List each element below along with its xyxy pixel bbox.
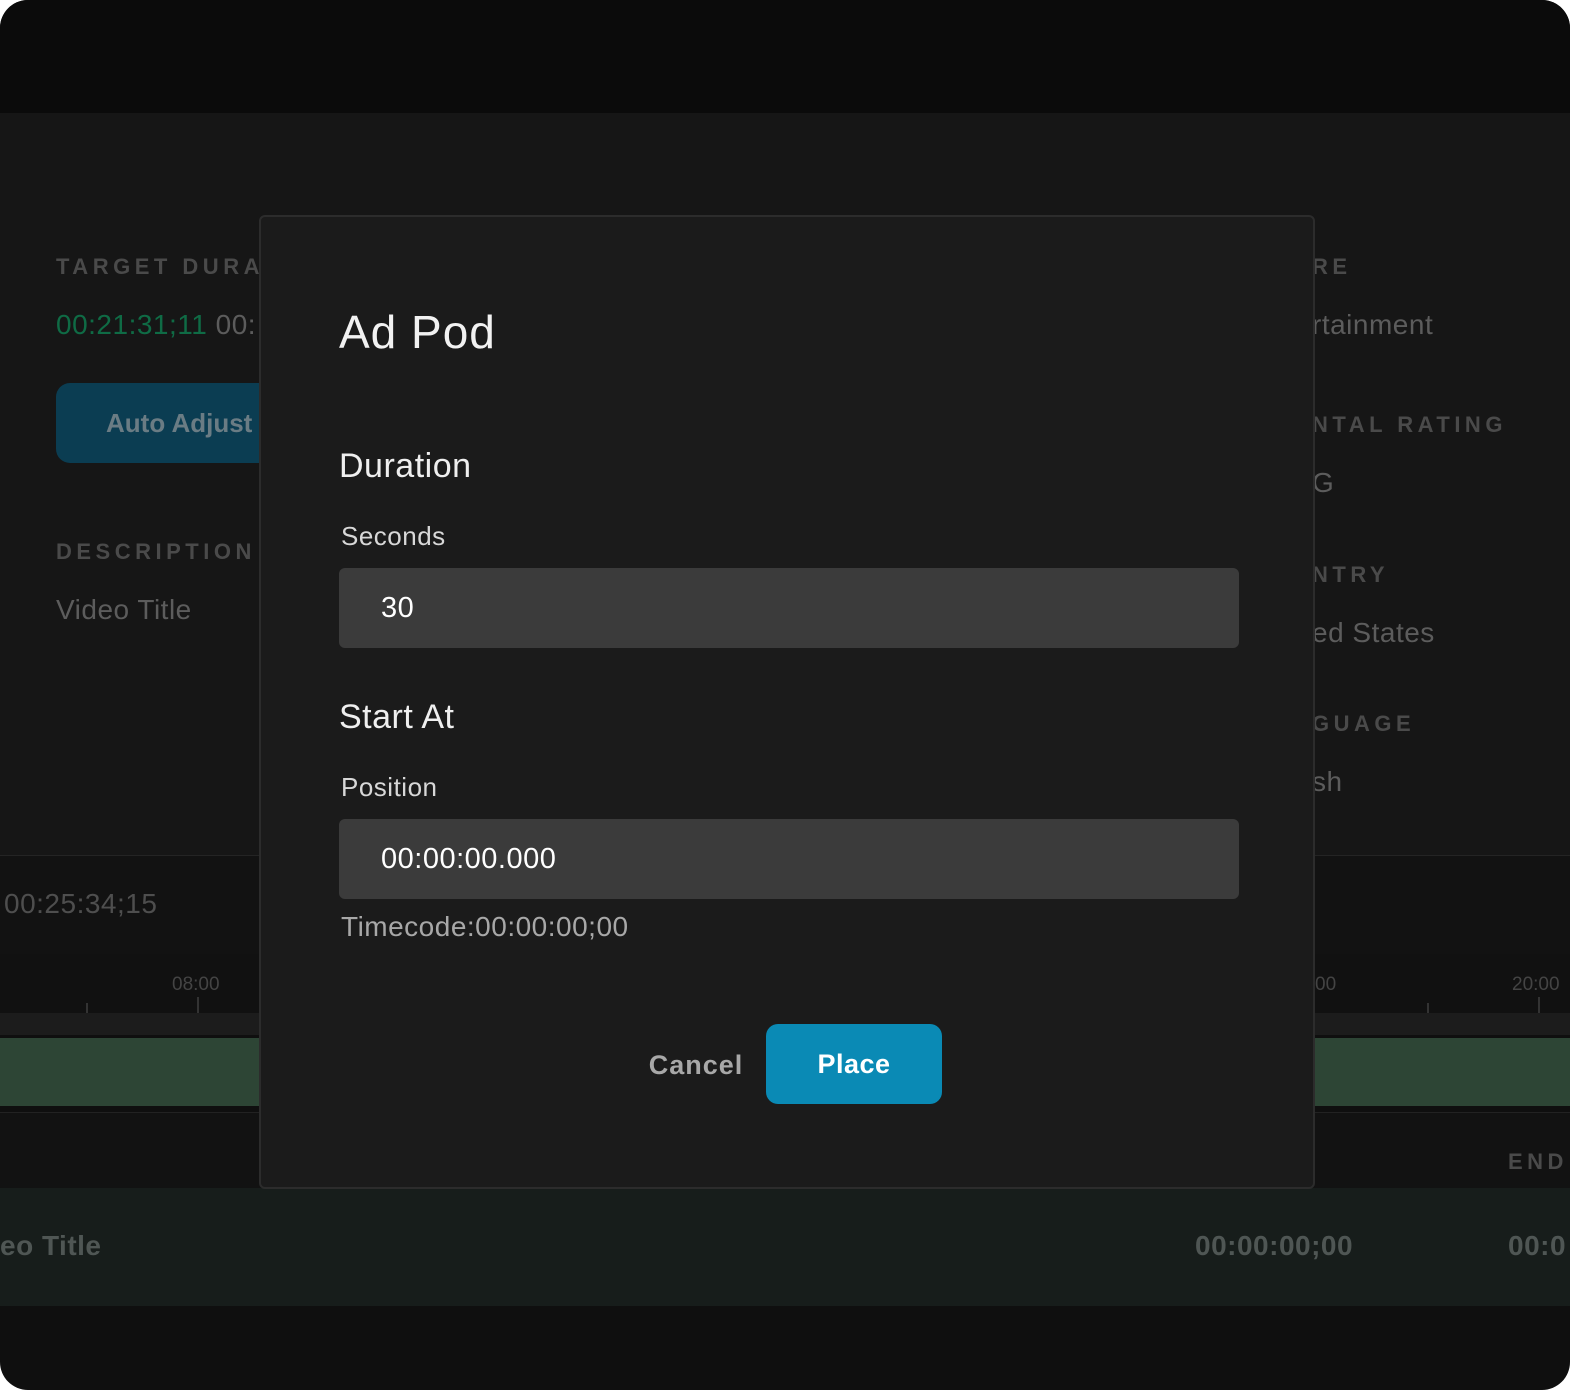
dialog-title: Ad Pod	[339, 306, 496, 358]
ad-pod-dialog: Ad Pod Duration Seconds Start At Positio…	[259, 215, 1315, 1189]
ruler-tick	[86, 1003, 88, 1013]
target-duration-label: TARGET DURA	[56, 254, 264, 279]
ruler-label: 00	[1315, 974, 1337, 995]
language-value: sh	[1312, 766, 1343, 797]
ruler-tick	[197, 997, 199, 1013]
position-label: Position	[341, 772, 438, 802]
seconds-label: Seconds	[341, 521, 446, 551]
country-value: ed States	[1312, 617, 1435, 648]
row-end-timecode: 00:0	[1508, 1230, 1567, 1261]
genre-label: RE	[1312, 254, 1352, 279]
ruler-tick	[1538, 997, 1540, 1013]
total-timecode: 00:25:34;15	[4, 888, 158, 919]
genre-value: rtainment	[1312, 309, 1434, 340]
description-value: Video Title	[56, 594, 192, 625]
ruler-tick	[1427, 1003, 1429, 1013]
row-title: eo Title	[0, 1230, 102, 1261]
timecode-hint: Timecode:00:00:00;00	[341, 911, 629, 942]
target-duration-green: 00:21:31;11	[56, 309, 208, 340]
start-at-heading: Start At	[339, 698, 455, 736]
country-label: NTRY	[1312, 562, 1390, 587]
row-start-timecode: 00:00:00;00	[1195, 1230, 1354, 1261]
position-input[interactable]	[339, 819, 1239, 899]
target-duration-current: 00:	[215, 309, 257, 340]
target-duration-value: 00:21:31;11 00:	[56, 309, 256, 341]
seconds-input[interactable]	[339, 568, 1239, 648]
rating-label: NTAL RATING	[1312, 412, 1507, 437]
app-frame: TARGET DURA 00:21:31;11 00: Auto Adjust …	[0, 0, 1570, 1390]
description-label: DESCRIPTION	[56, 539, 256, 564]
duration-heading: Duration	[339, 447, 472, 485]
ruler-label: 20:00	[1512, 974, 1560, 995]
top-bar	[0, 0, 1570, 113]
list-item[interactable]: eo Title 00:00:00;00 00:0	[0, 1188, 1570, 1306]
language-label: GUAGE	[1312, 711, 1416, 736]
ruler-label: 08:00	[172, 974, 220, 995]
place-button[interactable]: Place	[766, 1024, 942, 1104]
rating-value: G	[1312, 467, 1335, 498]
cancel-button[interactable]: Cancel	[631, 1025, 761, 1105]
end-column-header: END	[1508, 1149, 1568, 1174]
